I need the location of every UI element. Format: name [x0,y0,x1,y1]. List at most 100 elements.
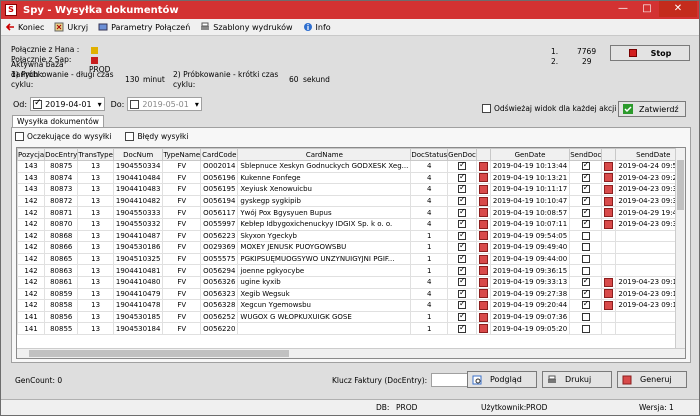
gen-doc-checkbox[interactable] [458,277,466,287]
send-doc-checkbox[interactable] [581,161,590,171]
send-doc-checkbox[interactable] [581,173,590,182]
gen-doc-checkbox[interactable] [458,161,466,171]
gen-doc-checkbox[interactable] [458,289,466,298]
column-header[interactable]: Pozycja [17,148,46,161]
pdf-icon[interactable] [478,242,488,252]
send-doc-checkbox[interactable] [581,277,590,287]
send-pdf-cell[interactable] [601,229,617,243]
pdf-icon[interactable] [478,324,488,334]
send-doc-checkbox[interactable] [581,289,590,298]
pdf-cell[interactable] [475,160,491,173]
pdf-icon[interactable] [478,173,488,183]
pdf-cell[interactable] [475,217,491,231]
pdf-icon[interactable] [478,196,488,206]
column-header[interactable]: DocStatus [410,148,449,161]
maximize-button[interactable]: □ [635,1,659,17]
send-pdf-cell[interactable] [601,160,617,173]
table-row[interactable]: 143 80873 13 1904410483 FV O056195 Xeyiusk Xen… [17,183,685,196]
gen-doc-checkbox[interactable] [458,312,466,322]
gen-doc-checkbox[interactable] [458,243,466,252]
send-pdf-cell[interactable] [601,217,617,231]
send-doc-checkbox[interactable] [581,219,590,229]
column-header[interactable]: GenDate [489,148,571,161]
column-header[interactable]: CardCode [200,148,239,161]
gen-doc-cell[interactable] [447,217,477,231]
gen-doc-checkbox[interactable] [458,266,466,275]
column-header[interactable] [475,148,491,161]
pdf-icon[interactable] [604,184,614,194]
pdf-icon[interactable] [478,254,488,264]
pdf-icon[interactable] [604,289,614,299]
send-pdf-cell[interactable] [601,252,617,266]
send-doc-cell[interactable] [569,171,603,185]
gen-doc-checkbox[interactable] [458,301,466,310]
gen-doc-cell[interactable] [447,252,477,266]
pdf-cell[interactable] [475,183,491,196]
send-doc-checkbox[interactable] [581,196,590,206]
pdf-cell[interactable] [475,194,491,208]
send-doc-cell[interactable] [569,275,603,289]
send-pdf-cell[interactable] [601,275,617,289]
pdf-cell[interactable] [475,229,491,243]
gen-doc-cell[interactable] [447,206,477,219]
table-row[interactable]: 143 80875 13 1904550334 FV O002014 Sblepnuce X… [17,160,685,173]
pdf-icon[interactable] [478,219,488,229]
gen-doc-checkbox[interactable] [458,173,466,182]
close-button[interactable]: ✕ [659,1,697,17]
send-doc-checkbox[interactable] [581,313,590,322]
vertical-scrollbar[interactable] [675,148,685,348]
table-row[interactable]: 142 80865 13 1904510325 FV O055575 PGKIPSUĘMUO… [17,252,685,266]
table-row[interactable]: 142 80870 13 1904550332 FV O055997 Kebłep Idby… [17,217,685,231]
column-header[interactable]: DocNum [112,148,164,161]
pdf-icon[interactable] [604,196,614,206]
send-doc-checkbox[interactable] [581,255,590,264]
send-doc-cell[interactable] [569,217,603,231]
send-doc-checkbox[interactable] [581,301,590,310]
send-pdf-cell[interactable] [601,264,617,277]
send-doc-checkbox[interactable] [581,208,590,217]
pdf-cell[interactable] [475,287,491,301]
gen-doc-cell[interactable] [447,229,477,243]
send-doc-cell[interactable] [569,229,603,243]
menu-ukryj[interactable]: Ukryj [54,22,88,32]
send-pdf-cell[interactable] [601,299,617,312]
pdf-icon[interactable] [478,184,488,194]
pdf-icon[interactable] [478,289,488,299]
gen-doc-checkbox[interactable] [458,254,466,264]
gen-doc-cell[interactable] [447,287,477,301]
send-doc-cell[interactable] [569,160,603,173]
from-date-picker[interactable]: 2019-04-01 ▾ [30,97,105,111]
pdf-icon[interactable] [478,231,488,241]
table-row[interactable]: 142 80868 13 1904410487 FV O056223 Skyxon Ygec… [17,229,685,243]
pdf-cell[interactable] [475,241,491,254]
chevron-down-icon[interactable]: ▾ [98,100,102,109]
scroll-thumb[interactable] [29,350,289,357]
preview-button[interactable]: Podgląd [467,371,537,388]
table-row[interactable]: 143 80874 13 1904410484 FV O056196 Kukenne Fon… [17,171,685,185]
send-doc-cell[interactable] [569,183,603,196]
gen-doc-checkbox[interactable] [458,196,466,206]
to-date-picker[interactable]: 2019-05-01 ▾ [127,97,202,111]
gen-doc-cell[interactable] [447,264,477,277]
send-doc-cell[interactable] [569,299,603,312]
pdf-icon[interactable] [604,173,614,183]
gen-doc-checkbox[interactable] [458,185,466,194]
table-row[interactable]: 142 80866 13 1904530186 FV O029369 MOXEY JENUS… [17,241,685,254]
send-pdf-cell[interactable] [601,171,617,185]
documents-grid[interactable]: Pozycja DocEntry TransType DocNum TypeName Ca… [16,147,686,359]
gen-doc-cell[interactable] [447,241,477,254]
errors-checkbox[interactable] [125,132,135,141]
generate-button[interactable]: Generuj [617,371,687,388]
refresh-option[interactable]: Odświeżaj widok dla każdej akcji cyklu [482,104,638,113]
table-row[interactable]: 142 80858 13 1904410478 FV O056328 Xegcun Ygem… [17,299,685,312]
send-pdf-cell[interactable] [601,206,617,219]
table-row[interactable]: 142 80871 13 1904550333 FV O056117 Ywój Pox Bg… [17,206,685,219]
gen-doc-cell[interactable] [447,171,477,185]
table-row[interactable]: 142 80861 13 1904410480 FV O056326 ugine kyxib… [17,275,685,289]
table-row[interactable]: 142 80863 13 1904410481 FV O056294 joenne pgky… [17,264,685,277]
gen-doc-checkbox[interactable] [458,324,466,333]
print-button[interactable]: Drukuj [542,371,612,388]
send-doc-checkbox[interactable] [581,266,590,275]
stop-button[interactable]: Stop [610,45,690,61]
gen-doc-cell[interactable] [447,194,477,208]
